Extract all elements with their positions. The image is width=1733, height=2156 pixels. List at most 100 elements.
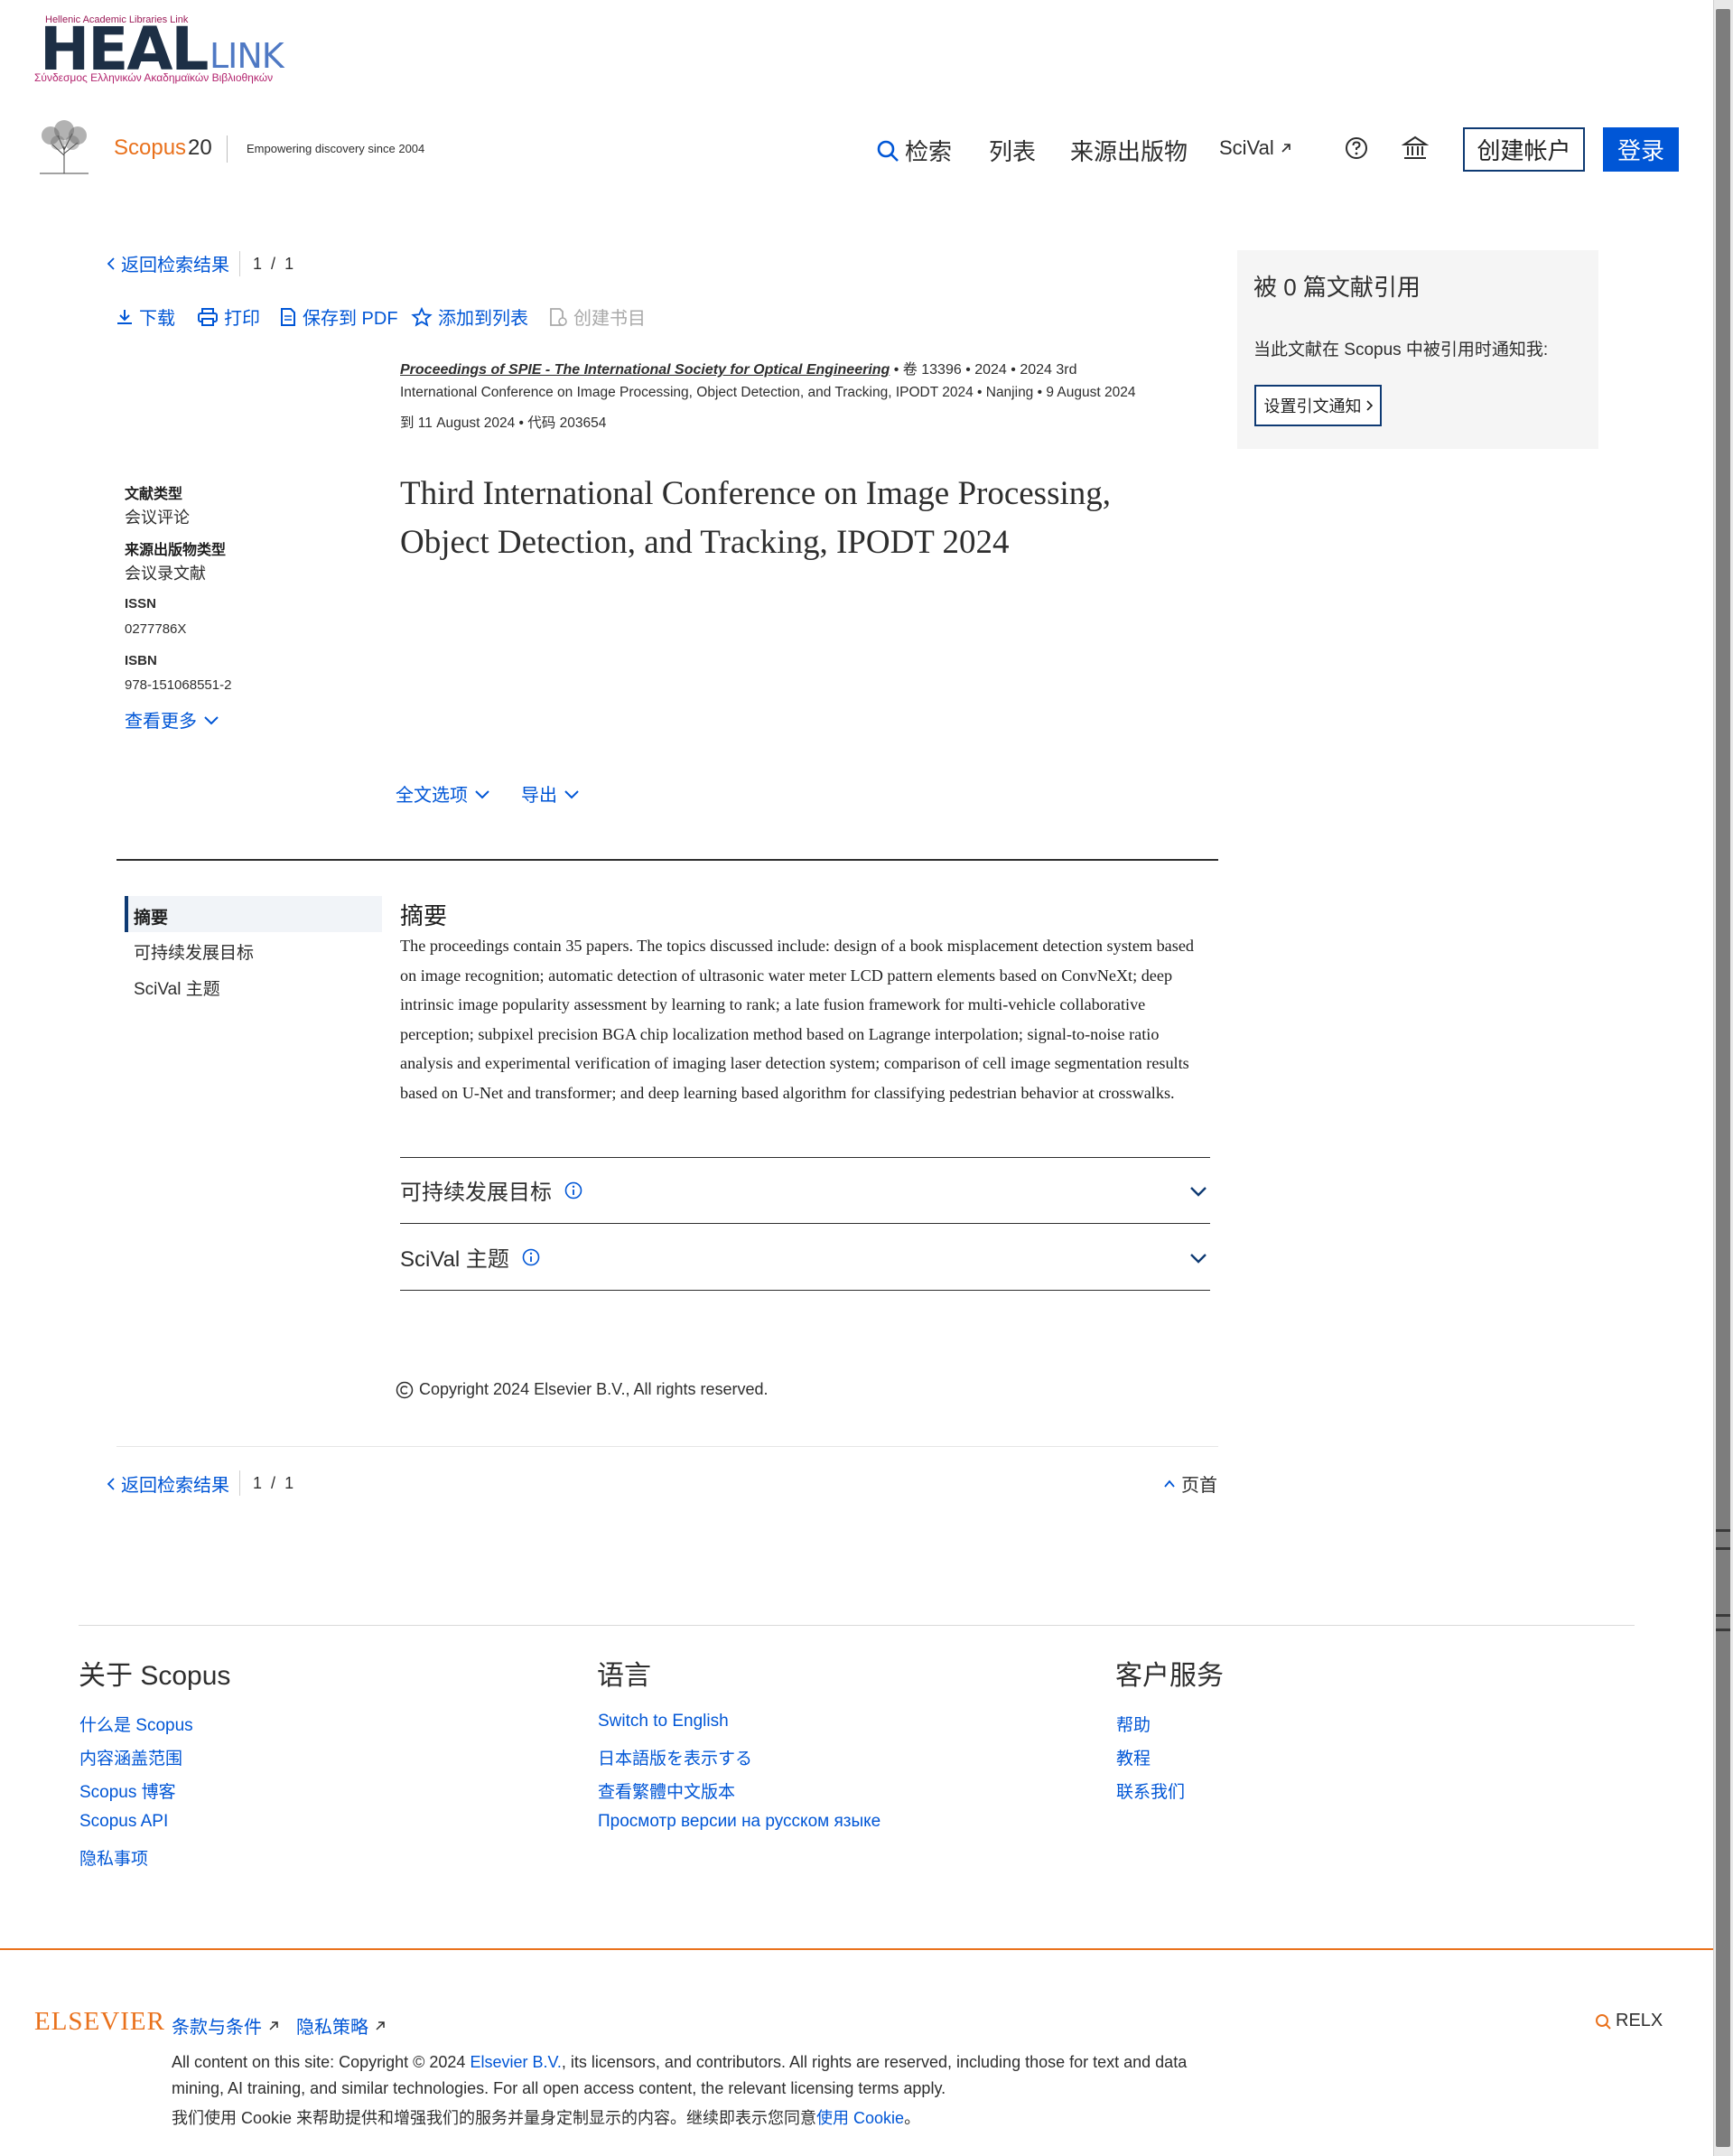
- chevron-down-icon: [204, 715, 219, 724]
- side-nav-sdg[interactable]: 可持续发展目标: [134, 939, 254, 964]
- institution-icon[interactable]: [1402, 135, 1429, 162]
- footer-link-traditional-chinese[interactable]: 查看繁體中文版本: [598, 1778, 735, 1803]
- nav-search[interactable]: 检索: [876, 134, 952, 167]
- footer-link-japanese[interactable]: 日本語版を表示する: [598, 1745, 752, 1769]
- chevron-down-icon: [475, 789, 489, 798]
- elsevier-bv-link[interactable]: Elsevier B.V.: [470, 2053, 561, 2071]
- elsevier-logo[interactable]: ELSEVIER: [34, 2007, 165, 2037]
- footer-link-content-coverage[interactable]: 内容涵盖范围: [79, 1745, 182, 1769]
- copyright-icon: [396, 1381, 414, 1398]
- document-type-label: 文献类型: [125, 487, 183, 502]
- side-nav-abstract[interactable]: 摘要: [134, 904, 168, 929]
- footer-link-scopus-blog[interactable]: Scopus 博客: [79, 1778, 176, 1803]
- download-button[interactable]: 下载: [116, 303, 175, 330]
- terms-link[interactable]: 条款与条件: [172, 2012, 280, 2039]
- copyright-notice: Copyright 2024 Elsevier B.V., All rights…: [396, 1380, 769, 1399]
- source-type-value: 会议录文献: [125, 565, 206, 583]
- relx-logo[interactable]: RELX: [1594, 2011, 1663, 2031]
- header-tagline: Empowering discovery since 2004: [247, 142, 425, 155]
- export-button[interactable]: 导出: [521, 780, 581, 807]
- isbn-label: ISBN: [125, 653, 157, 668]
- footer-link-tutorials[interactable]: 教程: [1116, 1745, 1151, 1769]
- page-total: 1: [284, 1474, 294, 1492]
- save-pdf-button[interactable]: 保存到 PDF: [279, 303, 398, 330]
- scrollbar-marker: [1716, 1547, 1730, 1550]
- back-to-top-link[interactable]: 页首: [1163, 1470, 1217, 1497]
- scrollbar-marker: [1716, 1614, 1730, 1617]
- create-bibliography-button[interactable]: 创建书目: [548, 303, 646, 330]
- chevron-down-icon[interactable]: [1188, 1181, 1208, 1201]
- export-label: 导出: [521, 786, 557, 806]
- section-divider: [116, 859, 1218, 861]
- bibliography-icon: [550, 307, 567, 326]
- source-line-1: Proceedings of SPIE - The International …: [400, 357, 1077, 378]
- toolbar-divider: [239, 251, 240, 276]
- see-more-button[interactable]: 查看更多: [125, 706, 220, 733]
- accordion-divider: [400, 1157, 1210, 1158]
- source-journal-link[interactable]: Proceedings of SPIE - The International …: [400, 362, 890, 378]
- scival-accordion-header[interactable]: SciVal 主题: [400, 1241, 540, 1273]
- toolbar-divider: [239, 1470, 240, 1496]
- elsevier-tree-logo[interactable]: [33, 119, 96, 177]
- nav-sources[interactable]: 来源出版物: [1070, 134, 1188, 167]
- back-to-results-link[interactable]: 返回检索结果: [107, 1470, 229, 1497]
- full-text-options-button[interactable]: 全文选项: [396, 780, 491, 807]
- accordion-divider: [400, 1290, 1210, 1291]
- privacy-policy-link[interactable]: 隐私策略: [296, 2012, 387, 2039]
- legal-line-1: All content on this site: Copyright © 20…: [172, 2053, 1187, 2072]
- cited-by-title: 被 0 篇文献引用: [1253, 274, 1421, 301]
- external-link-icon: [376, 2021, 385, 2030]
- scrollbar-thumb[interactable]: [1716, 9, 1730, 2147]
- sdg-accordion-header[interactable]: 可持续发展目标: [400, 1174, 582, 1206]
- chevron-up-icon: [1164, 1479, 1175, 1488]
- footer-link-privacy[interactable]: 隐私事项: [79, 1845, 148, 1870]
- footer-orange-rule: [0, 1948, 1713, 1950]
- set-citation-alert-button[interactable]: 设置引文通知: [1254, 385, 1382, 426]
- login-button[interactable]: 登录: [1603, 127, 1679, 172]
- legal-line-3: 我们使用 Cookie 来帮助提供和增强我们的服务并量身定制显示的内容。继续即表…: [172, 2105, 920, 2129]
- print-label: 打印: [224, 309, 260, 329]
- add-to-list-button[interactable]: 添加到列表: [411, 303, 528, 330]
- chevron-down-icon[interactable]: [1188, 1248, 1208, 1268]
- footer-link-scopus-api[interactable]: Scopus API: [79, 1812, 168, 1832]
- chevron-down-icon: [564, 789, 579, 798]
- copyright-text: Copyright 2024 Elsevier B.V., All rights…: [419, 1380, 769, 1398]
- nav-search-label: 检索: [905, 138, 953, 165]
- page-indicator: 1 / 1: [253, 255, 293, 274]
- footer-link-contact[interactable]: 联系我们: [1116, 1778, 1185, 1803]
- help-icon[interactable]: [1345, 136, 1368, 160]
- nav-lists[interactable]: 列表: [989, 134, 1036, 167]
- search-icon: [877, 140, 899, 162]
- source-line-2: International Conference on Image Proces…: [400, 385, 1136, 400]
- privacy-policy-label: 隐私策略: [296, 2018, 368, 2038]
- back-to-results-label: 返回检索结果: [121, 1476, 229, 1496]
- back-to-results-link[interactable]: 返回检索结果: [107, 250, 229, 276]
- footer-link-what-is-scopus[interactable]: 什么是 Scopus: [79, 1712, 193, 1736]
- abstract-text: The proceedings contain 35 papers. The t…: [400, 937, 1195, 1102]
- cited-by-description: 当此文献在 Scopus 中被引用时通知我:: [1253, 341, 1549, 359]
- info-icon[interactable]: [564, 1181, 582, 1199]
- heal-logo-subtitle: Σύνδεσμος Ελληνικών Ακαδημαϊκών Βιβλιοθη…: [34, 71, 274, 84]
- relx-label: RELX: [1616, 2011, 1663, 2030]
- chevron-right-icon: [1365, 400, 1373, 411]
- side-nav-scival-topics[interactable]: SciVal 主题: [134, 975, 220, 1000]
- create-account-button[interactable]: 创建帐户: [1463, 127, 1585, 172]
- info-icon[interactable]: [522, 1248, 540, 1266]
- cookie-link[interactable]: 使用 Cookie: [816, 2109, 904, 2127]
- relx-mark-icon: [1596, 2013, 1611, 2030]
- nav-scival[interactable]: SciVal: [1219, 136, 1292, 160]
- scrollbar-marker: [1716, 1629, 1730, 1631]
- save-pdf-label: 保存到 PDF: [303, 309, 398, 329]
- see-more-label: 查看更多: [125, 712, 197, 732]
- isbn-value: 978-151068551-2: [125, 677, 232, 693]
- footer-link-help[interactable]: 帮助: [1116, 1712, 1151, 1736]
- print-button[interactable]: 打印: [197, 303, 260, 330]
- scopus-logo-number: 20: [188, 135, 212, 160]
- legal-line-2: mining, AI training, and similar technol…: [172, 2079, 946, 2097]
- page-current: 1: [253, 255, 263, 273]
- footer-link-english[interactable]: Switch to English: [598, 1712, 729, 1731]
- chevron-left-icon: [107, 1477, 115, 1490]
- header-divider: [227, 135, 228, 163]
- scopus-logo-word[interactable]: Scopus: [114, 135, 186, 161]
- footer-link-russian[interactable]: Просмотр версии на русском языке: [598, 1812, 880, 1832]
